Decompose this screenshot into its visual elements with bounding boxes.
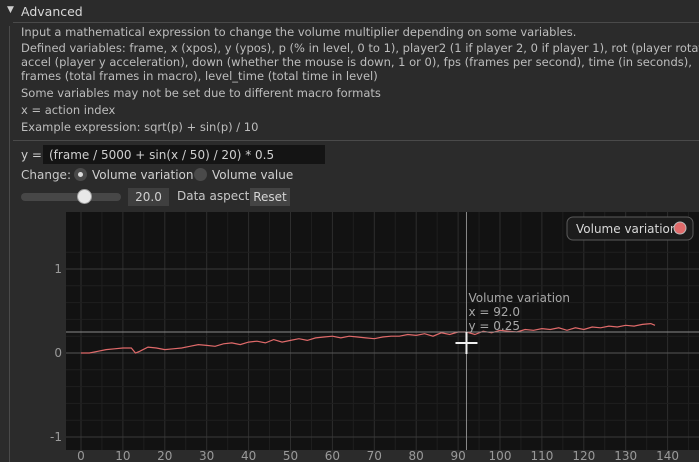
desc-line-5: Some variables may not be set due to dif… [21, 86, 381, 100]
aspect-value-field[interactable]: 20.0 [128, 188, 169, 206]
desc-line-2: Defined variables: frame, x (xpos), y (y… [21, 41, 699, 55]
y-tick-label: 1 [54, 262, 62, 276]
x-tick-label: 110 [530, 449, 553, 462]
desc-line-7: Example expression: sqrt(p) + sin(p) / 1… [21, 120, 259, 134]
collapse-arrow-icon[interactable]: ▼ [7, 5, 14, 15]
advanced-header[interactable]: ▼ Advanced [0, 0, 699, 22]
x-tick-label: 10 [115, 449, 130, 462]
hover-label: y = 0.25 [468, 319, 520, 333]
legend-color-swatch[interactable] [673, 221, 687, 235]
y-tick-label: -1 [50, 430, 62, 444]
x-tick-label: 20 [157, 449, 172, 462]
aspect-slider-handle[interactable] [77, 189, 92, 204]
x-tick-label: 120 [572, 449, 595, 462]
x-tick-label: 100 [489, 449, 512, 462]
legend-label: Volume variation [576, 222, 678, 236]
y-tick-label: 0 [54, 346, 62, 360]
change-label: Change: [21, 168, 71, 182]
x-tick-label: 0 [77, 449, 85, 462]
hover-label: x = 92.0 [468, 305, 520, 319]
legend[interactable]: Volume variation [566, 216, 694, 241]
desc-line-3: accel (player y acceleration), down (whe… [21, 55, 692, 69]
expression-label: y = [21, 148, 42, 162]
volume-variation-radio[interactable] [74, 168, 87, 181]
reset-button[interactable]: Reset [250, 188, 290, 206]
x-tick-label: 140 [656, 449, 679, 462]
volume-value-label[interactable]: Volume value [212, 168, 293, 182]
x-tick-label: 130 [614, 449, 637, 462]
section-title: Advanced [21, 4, 83, 19]
x-tick-label: 80 [409, 449, 424, 462]
header-divider [13, 22, 699, 23]
aspect-label: Data aspect [177, 189, 250, 203]
desc-line-4: frames (total frames in macro), level_ti… [21, 69, 378, 83]
x-tick-label: 60 [325, 449, 340, 462]
volume-plot[interactable]: -1010 10 20 30 40 50 60 70 80 90 100 110 120 130 140 V… [0, 212, 699, 462]
x-tick-label: 40 [241, 449, 256, 462]
x-tick-label: 30 [199, 449, 214, 462]
volume-value-radio[interactable] [194, 168, 207, 181]
aspect-slider[interactable] [21, 193, 121, 201]
desc-line-6: x = action index [21, 103, 116, 117]
x-tick-label: 50 [283, 449, 298, 462]
plot-area[interactable] [66, 212, 699, 450]
volume-variation-label[interactable]: Volume variation [92, 168, 194, 182]
hover-label: Volume variation [468, 291, 570, 305]
x-tick-label: 90 [450, 449, 465, 462]
desc-line-1: Input a mathematical expression to chang… [21, 25, 577, 39]
expression-input[interactable] [43, 145, 325, 164]
x-tick-label: 70 [367, 449, 382, 462]
description-divider [13, 140, 699, 141]
